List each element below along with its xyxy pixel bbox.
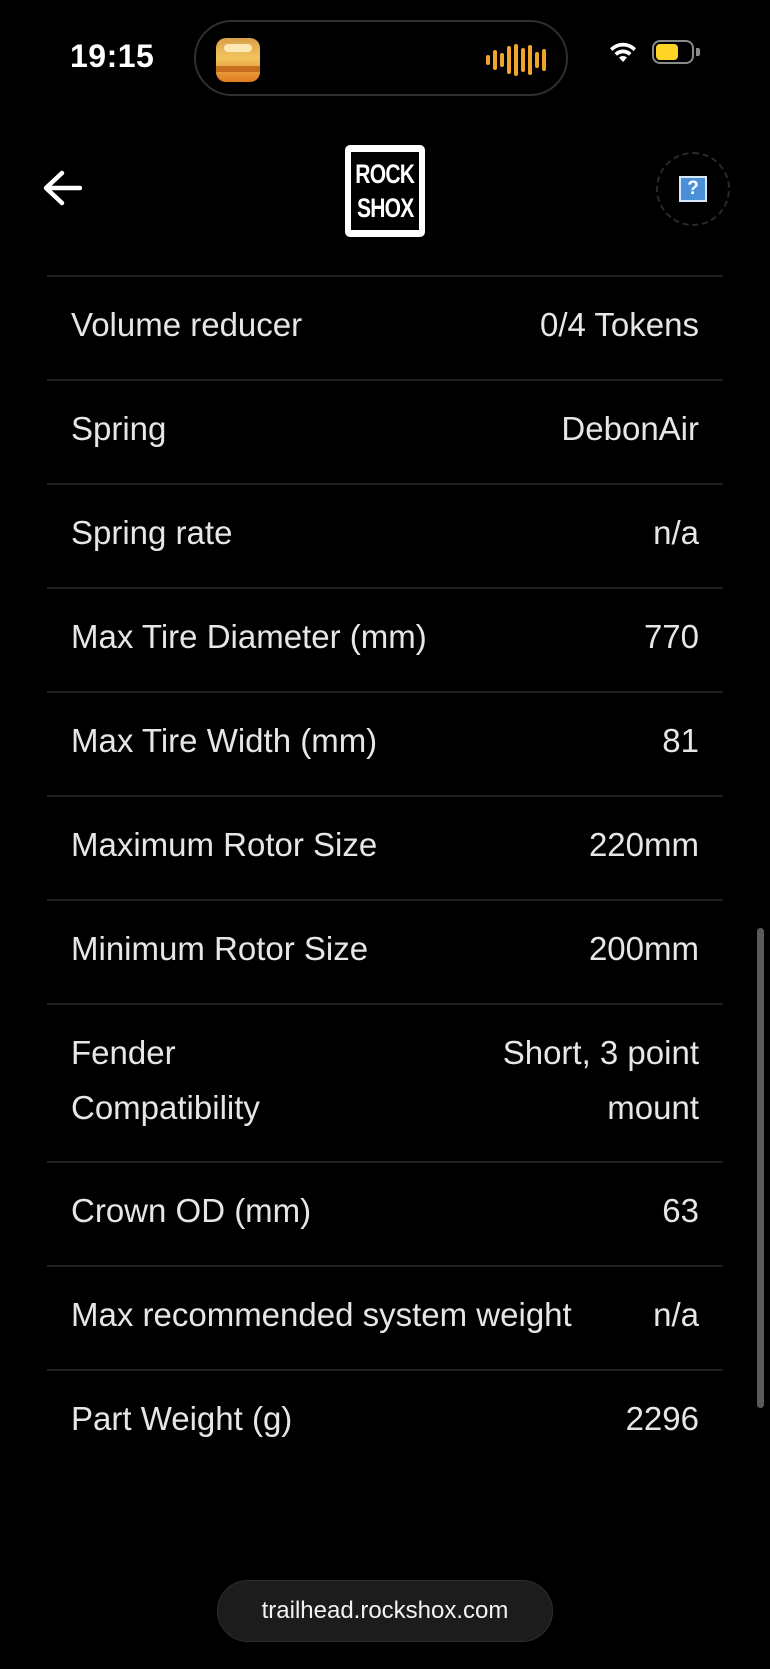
back-button[interactable]: [36, 162, 88, 214]
logo-line-1: ROCK: [355, 159, 416, 189]
spec-row: Volume reducer 0/4 Tokens: [47, 277, 723, 381]
spec-value: 2296: [625, 1400, 699, 1437]
help-button[interactable]: ?: [656, 152, 730, 226]
spec-label: Max Tire Diameter (mm): [71, 618, 427, 655]
spec-label: Maximum Rotor Size: [71, 826, 378, 863]
spec-label: Spring: [71, 410, 167, 447]
spec-row: Fender Compatibility Short, 3 point moun…: [47, 1005, 723, 1163]
question-mark-icon: ?: [679, 176, 707, 202]
spec-value: 770: [643, 618, 699, 655]
spec-label: Part Weight (g): [71, 1400, 293, 1437]
spec-label: Max recommended system weight: [71, 1296, 572, 1333]
spec-value: DebonAir: [561, 410, 699, 447]
status-bar: 19:15: [0, 0, 770, 115]
spec-row: Part Weight (g) 2296: [47, 1371, 723, 1475]
scrollbar[interactable]: [757, 928, 764, 1408]
logo-line-2: SHOX: [356, 193, 414, 223]
wifi-icon: [610, 42, 636, 62]
app-header: ROCK SHOX ?: [0, 130, 770, 250]
battery-icon: [652, 40, 700, 64]
url-bar[interactable]: trailhead.rockshox.com: [217, 1580, 553, 1642]
spec-label: Max Tire Width (mm): [71, 722, 378, 759]
spec-value: 63: [662, 1192, 699, 1229]
audio-waveform-icon: [486, 44, 546, 76]
spec-row: Spring rate n/a: [47, 485, 723, 589]
spec-label: Crown OD (mm): [71, 1192, 312, 1229]
spec-row: Spring DebonAir: [47, 381, 723, 485]
spec-value: 200mm: [588, 930, 699, 967]
spec-label: Volume reducer: [71, 306, 303, 343]
spec-row: Max Tire Diameter (mm) 770: [47, 589, 723, 693]
arrow-left-icon: [43, 170, 82, 206]
status-indicators: [608, 40, 700, 64]
spec-table: Volume reducer 0/4 Tokens Spring DebonAi…: [47, 275, 723, 1475]
spec-value: n/a: [653, 1296, 699, 1333]
spec-label: Fender Compatibility: [71, 1034, 260, 1126]
dynamic-island[interactable]: [194, 20, 568, 96]
spec-label: Minimum Rotor Size: [71, 930, 369, 967]
spec-row: Minimum Rotor Size 200mm: [47, 901, 723, 1005]
spec-value: n/a: [653, 514, 699, 551]
spec-row: Max Tire Width (mm) 81: [47, 693, 723, 797]
status-time: 19:15: [70, 38, 155, 74]
spec-value: 220mm: [588, 826, 699, 863]
spec-value: Short, 3 point mount: [502, 1034, 699, 1126]
spec-row: Max recommended system weight n/a: [47, 1267, 723, 1371]
spec-row: Crown OD (mm) 63: [47, 1163, 723, 1267]
rockshox-logo: ROCK SHOX: [345, 145, 425, 237]
spec-label: Spring rate: [71, 514, 233, 551]
spec-row: Maximum Rotor Size 220mm: [47, 797, 723, 901]
now-playing-album-art: [216, 38, 260, 82]
spec-value: 0/4 Tokens: [539, 306, 699, 343]
spec-value: 81: [662, 722, 699, 759]
